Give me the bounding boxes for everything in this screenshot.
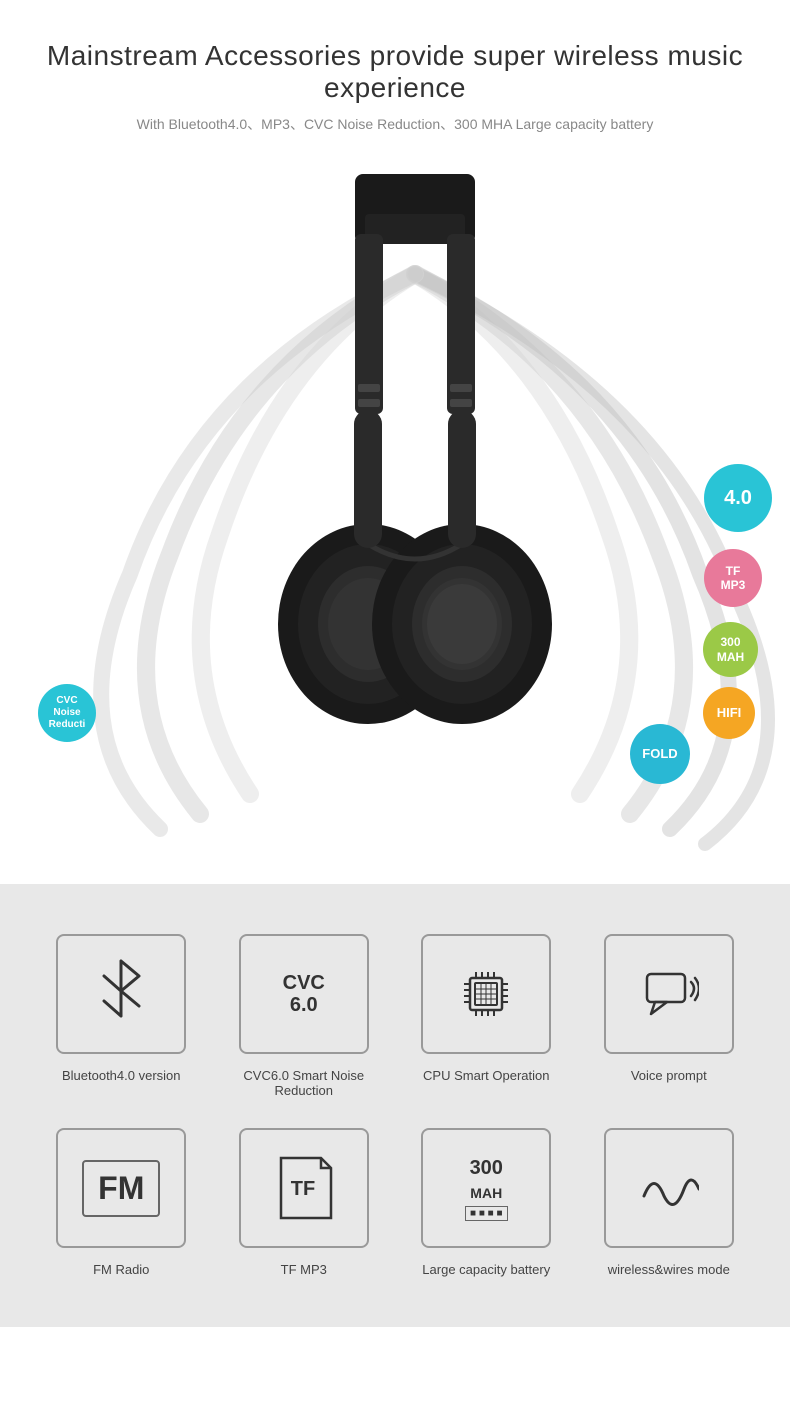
main-title: Mainstream Accessories provide super wir… (20, 40, 770, 104)
battery-icon: 300MAH ■ ■ ■ ■ (465, 1156, 508, 1221)
feature-icon-cpu (421, 934, 551, 1054)
feature-label-wireless: wireless&wires mode (608, 1262, 730, 1277)
cvc-icon: CVC6.0 (283, 972, 325, 1016)
feature-icon-fm: FM (56, 1128, 186, 1248)
headphone-area: 4.0 TFMP3 300MAH HIFI FOLD CVCNoiseReduc… (20, 154, 790, 854)
feature-label-bluetooth: Bluetooth4.0 version (62, 1068, 181, 1083)
bubble-hifi: HIFI (703, 687, 755, 739)
feature-cvc: CVC6.0 CVC6.0 Smart Noise Reduction (223, 934, 386, 1098)
features-grid: Bluetooth4.0 version CVC6.0 CVC6.0 Smart… (40, 934, 750, 1277)
sub-title: With Bluetooth4.0、MP3、CVC Noise Reductio… (20, 114, 770, 134)
tf-icon: TF (271, 1153, 336, 1223)
feature-icon-tf: TF (239, 1128, 369, 1248)
feature-bluetooth: Bluetooth4.0 version (40, 934, 203, 1098)
feature-fm: FM FM Radio (40, 1128, 203, 1277)
bottom-section: Bluetooth4.0 version CVC6.0 CVC6.0 Smart… (0, 884, 790, 1327)
fm-icon: FM (82, 1160, 160, 1217)
bubble-bluetooth40: 4.0 (704, 464, 772, 532)
bluetooth-icon (94, 956, 149, 1033)
feature-label-cpu: CPU Smart Operation (423, 1068, 549, 1083)
feature-icon-voice (604, 934, 734, 1054)
bubble-tfmp3: TFMP3 (704, 549, 762, 607)
feature-voice: Voice prompt (588, 934, 751, 1098)
cpu-icon (456, 964, 516, 1024)
svg-text:TF: TF (291, 1178, 315, 1200)
feature-label-battery: Large capacity battery (422, 1262, 550, 1277)
feature-icon-battery: 300MAH ■ ■ ■ ■ (421, 1128, 551, 1248)
feature-label-cvc: CVC6.0 Smart Noise Reduction (223, 1068, 386, 1098)
headphone-image (225, 164, 605, 814)
feature-icon-bluetooth (56, 934, 186, 1054)
bubble-fold: FOLD (630, 724, 690, 784)
feature-label-fm: FM Radio (93, 1262, 149, 1277)
voice-icon (639, 964, 699, 1024)
wireless-icon (639, 1161, 699, 1216)
feature-label-tf: TF MP3 (281, 1262, 327, 1277)
bubble-300mah: 300MAH (703, 622, 758, 677)
feature-battery: 300MAH ■ ■ ■ ■ Large capacity battery (405, 1128, 568, 1277)
feature-tf: TF TF MP3 (223, 1128, 386, 1277)
feature-label-voice: Voice prompt (631, 1068, 707, 1083)
feature-cpu: CPU Smart Operation (405, 934, 568, 1098)
bubble-cvc: CVCNoiseReducti (38, 684, 96, 742)
feature-icon-cvc: CVC6.0 (239, 934, 369, 1054)
top-section: Mainstream Accessories provide super wir… (0, 0, 790, 854)
feature-icon-wireless (604, 1128, 734, 1248)
feature-wireless: wireless&wires mode (588, 1128, 751, 1277)
